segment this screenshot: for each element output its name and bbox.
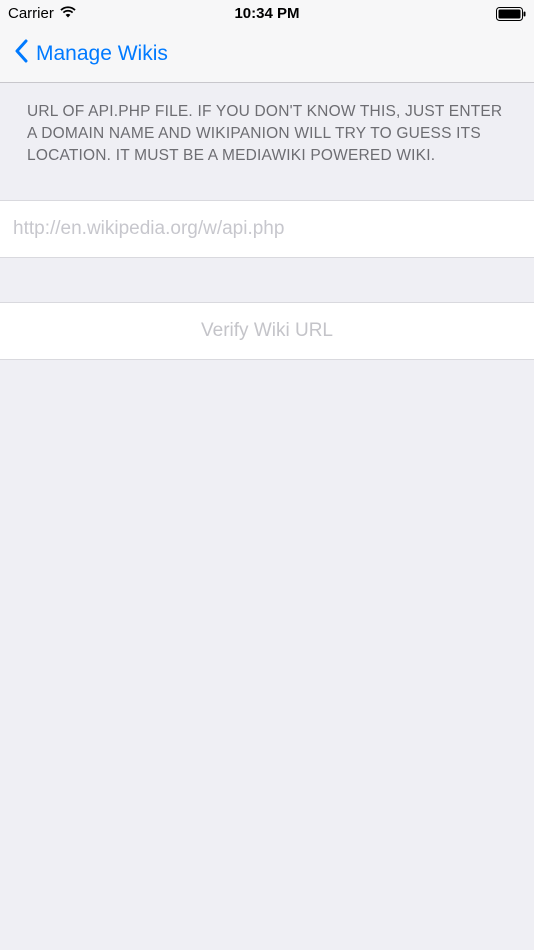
status-time: 10:34 PM (234, 5, 300, 22)
back-label: Manage Wikis (36, 42, 168, 65)
verify-wiki-url-button[interactable]: Verify Wiki URL (0, 302, 534, 360)
url-input[interactable] (13, 201, 521, 257)
battery-icon (496, 7, 526, 21)
back-button[interactable]: Manage Wikis (14, 39, 168, 69)
navigation-bar: Manage Wikis (0, 28, 534, 83)
url-cell (0, 200, 534, 258)
section-header: URL of api.php file. If you don't know t… (27, 103, 503, 164)
status-bar: Carrier 10:34 PM (0, 0, 534, 28)
verify-label: Verify Wiki URL (201, 320, 333, 341)
chevron-left-icon (14, 39, 28, 69)
